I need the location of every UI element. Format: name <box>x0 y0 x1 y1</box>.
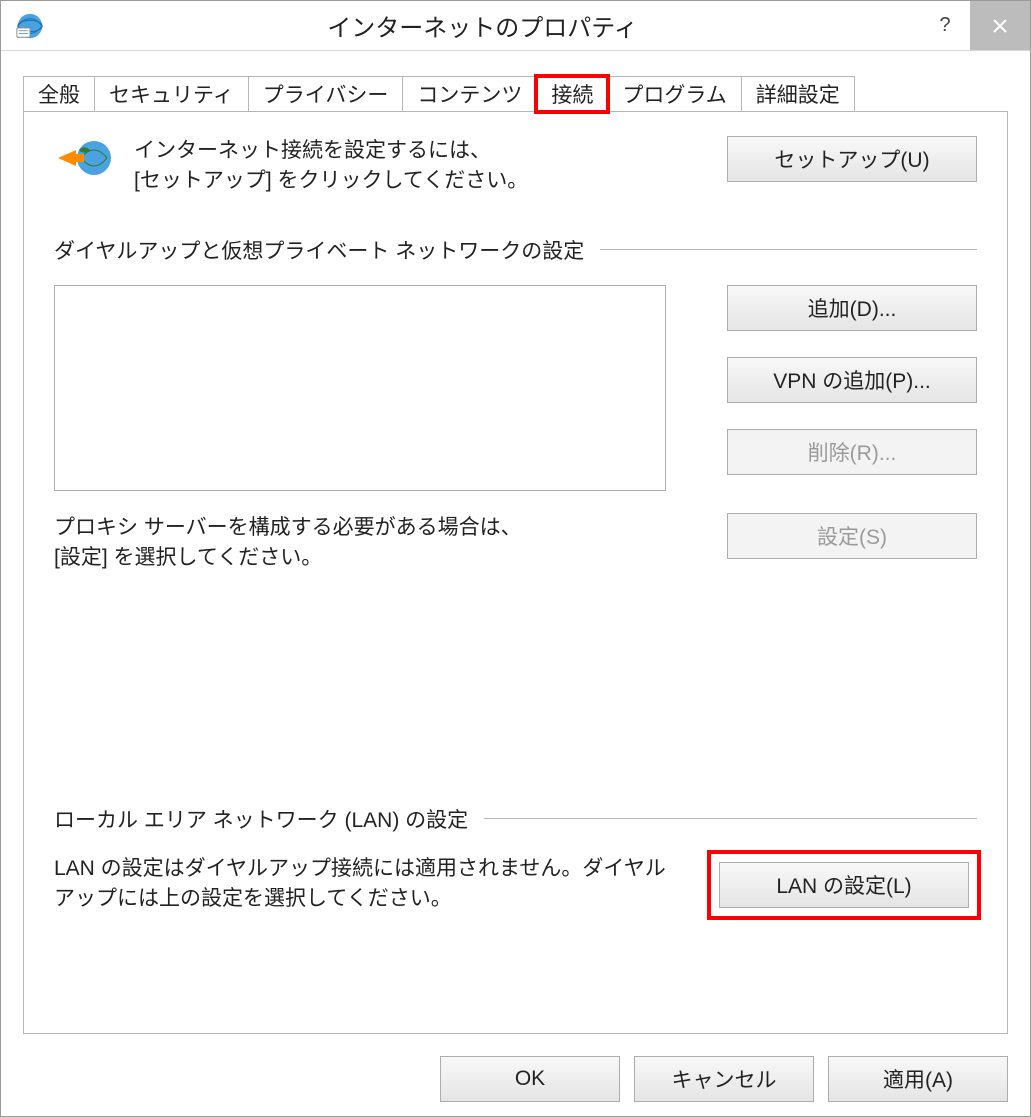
setup-instruction: インターネット接続を設定するには、 [セットアップ] をクリックしてください。 <box>134 136 528 197</box>
dialup-section-label: ダイヤルアップと仮想プライベート ネットワークの設定 <box>54 235 977 265</box>
proxy-line1: プロキシ サーバーを構成する必要がある場合は、 <box>54 513 522 543</box>
add-button[interactable]: 追加(D)... <box>727 285 977 331</box>
close-button[interactable] <box>970 1 1030 50</box>
tab-connections[interactable]: 接続 <box>536 76 608 112</box>
tab-security[interactable]: セキュリティ <box>94 76 249 112</box>
lan-section-label: ローカル エリア ネットワーク (LAN) の設定 <box>54 804 977 834</box>
cancel-button[interactable]: キャンセル <box>634 1056 814 1102</box>
internet-properties-dialog: インターネットのプロパティ ? 全般 セキュリティ プライバシー コンテンツ 接… <box>0 0 1031 1117</box>
connection-wizard-icon <box>54 136 114 182</box>
lan-section: ローカル エリア ネットワーク (LAN) の設定 LAN の設定はダイヤルアッ… <box>54 804 977 916</box>
dialup-section-text: ダイヤルアップと仮想プライベート ネットワークの設定 <box>54 235 584 265</box>
lan-settings-button[interactable]: LAN の設定(L) <box>719 862 969 908</box>
dialog-footer: OK キャンセル 適用(A) <box>1 1046 1030 1116</box>
tab-content[interactable]: コンテンツ <box>402 76 537 112</box>
lan-section-text: ローカル エリア ネットワーク (LAN) の設定 <box>54 804 468 834</box>
proxy-row: プロキシ サーバーを構成する必要がある場合は、 [設定] を選択してください。 … <box>54 513 977 574</box>
setup-button[interactable]: セットアップ(U) <box>727 136 977 182</box>
lan-note: LAN の設定はダイヤルアップ接続には適用されません。ダイヤルアップには上の設定… <box>54 854 674 915</box>
dialup-buttons: 追加(D)... VPN の追加(P)... 削除(R)... <box>666 285 977 491</box>
add-vpn-button[interactable]: VPN の追加(P)... <box>727 357 977 403</box>
divider <box>484 818 977 819</box>
tab-panel-connections: インターネット接続を設定するには、 [セットアップ] をクリックしてください。 … <box>23 111 1008 1034</box>
window-title: インターネットのプロパティ <box>45 8 920 43</box>
divider <box>600 249 977 250</box>
setup-instruction-line1: インターネット接続を設定するには、 <box>134 136 528 166</box>
remove-button: 削除(R)... <box>727 429 977 475</box>
tab-advanced[interactable]: 詳細設定 <box>741 76 855 112</box>
titlebar-controls: ? <box>920 1 1030 50</box>
proxy-line2: [設定] を選択してください。 <box>54 543 522 573</box>
tab-programs[interactable]: プログラム <box>607 76 741 112</box>
proxy-instruction: プロキシ サーバーを構成する必要がある場合は、 [設定] を選択してください。 <box>54 513 522 574</box>
tab-privacy[interactable]: プライバシー <box>248 76 404 112</box>
tab-general[interactable]: 全般 <box>23 76 95 112</box>
setup-instruction-line2: [セットアップ] をクリックしてください。 <box>134 166 528 196</box>
setup-row: インターネット接続を設定するには、 [セットアップ] をクリックしてください。 … <box>54 136 977 197</box>
help-button[interactable]: ? <box>920 1 970 50</box>
apply-button[interactable]: 適用(A) <box>828 1056 1008 1102</box>
internet-options-icon <box>15 11 45 41</box>
lan-button-highlight: LAN の設定(L) <box>711 854 977 916</box>
tab-strip: 全般 セキュリティ プライバシー コンテンツ 接続 プログラム 詳細設定 <box>1 51 1030 111</box>
ok-button[interactable]: OK <box>440 1056 620 1102</box>
dialup-listbox[interactable] <box>54 285 666 491</box>
dialup-area: 追加(D)... VPN の追加(P)... 削除(R)... <box>54 285 977 491</box>
dialup-settings-button: 設定(S) <box>727 513 977 559</box>
titlebar: インターネットのプロパティ ? <box>1 1 1030 51</box>
lan-row: LAN の設定はダイヤルアップ接続には適用されません。ダイヤルアップには上の設定… <box>54 854 977 916</box>
